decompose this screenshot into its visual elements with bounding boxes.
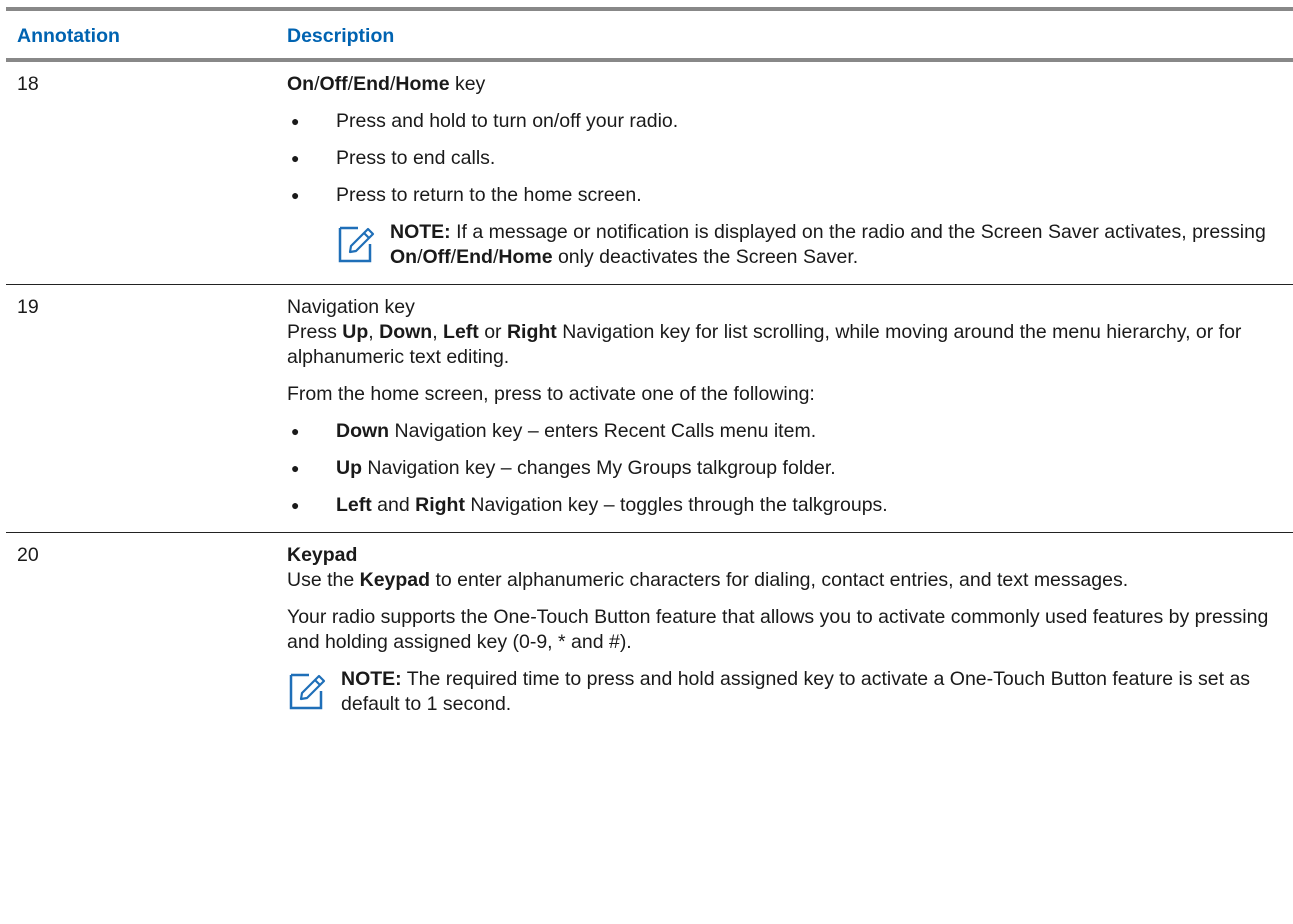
note-pencil-icon: [289, 673, 326, 710]
paragraph: From the home screen, press to activate …: [287, 383, 815, 405]
row-title: On/Off/End/Home key: [287, 73, 486, 95]
table-row: 18 On/Off/End/Home key Press and hold to…: [6, 60, 1293, 285]
table-header-row: Annotation Description: [6, 7, 1293, 62]
note-text: NOTE: The required time to press and hol…: [341, 668, 1251, 715]
list-item: Down Navigation key – enters Recent Call…: [287, 419, 1293, 444]
paragraph: Press Up, Down, Left or Right Navigation…: [287, 321, 1242, 368]
annotation-number: 18: [6, 60, 276, 285]
note-pencil-icon: [338, 226, 375, 263]
annotation-number: 20: [17, 544, 39, 566]
bullet-list: Press and hold to turn on/off your radio…: [287, 109, 1293, 208]
row-title: Keypad: [287, 544, 358, 566]
list-item: Press to return to the home screen.: [287, 183, 1293, 208]
table-row: 19 Navigation key Press Up, Down, Left o…: [6, 284, 1293, 533]
row-title: Navigation key: [287, 296, 415, 318]
column-header-annotation: Annotation: [6, 7, 276, 62]
table-row: 20 Keypad Use the Keypad to enter alphan…: [6, 533, 1293, 732]
description-cell: On/Off/End/Home key Press and hold to tu…: [276, 60, 1293, 285]
paragraph: Use the Keypad to enter alphanumeric cha…: [287, 569, 1129, 591]
note-block: NOTE: The required time to press and hol…: [287, 667, 1293, 717]
list-item: Left and Right Navigation key – toggles …: [287, 493, 1293, 518]
paragraph: Your radio supports the One-Touch Button…: [287, 606, 1269, 653]
column-header-description: Description: [276, 7, 1293, 62]
list-item: Press and hold to turn on/off your radio…: [287, 109, 1293, 134]
list-item: Up Navigation key – changes My Groups ta…: [287, 456, 1293, 481]
description-cell: Keypad Use the Keypad to enter alphanume…: [276, 533, 1293, 732]
note-text: NOTE: If a message or notification is di…: [390, 221, 1266, 268]
annotation-number: 19: [6, 284, 276, 533]
bullet-list: Down Navigation key – enters Recent Call…: [287, 419, 1293, 518]
note-block: NOTE: If a message or notification is di…: [336, 220, 1293, 270]
description-cell: Navigation key Press Up, Down, Left or R…: [276, 284, 1293, 533]
list-item: Press to end calls.: [287, 146, 1293, 171]
annotation-table: Annotation Description 18 On/Off/End/Hom…: [6, 7, 1293, 731]
